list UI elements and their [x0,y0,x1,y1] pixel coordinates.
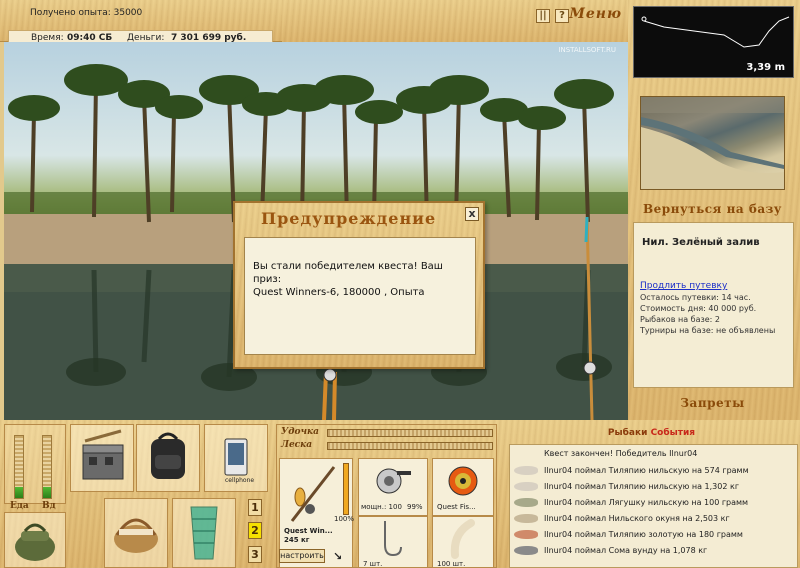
bag-icon [15,523,55,561]
dialog-title: Предупреждение [261,209,437,228]
rod-label: Удочка [281,427,319,437]
menu-button[interactable]: Меню [569,6,622,22]
dialog-message-line2: Quest Winners-6, 180000 , Опыта [253,287,425,298]
permit-remaining: Осталось путевки: 14 час. [640,293,751,302]
line-label: Леска [281,440,313,450]
extend-permit-link[interactable]: Продлить путевку [640,281,727,291]
fish-icon [514,466,538,475]
dialog-message-line1: Вы стали победителем квеста! Ваш приз: [253,261,443,285]
bait-card[interactable]: 100 шт. [432,516,494,568]
bag-slot[interactable] [4,512,66,568]
status-panel: Получено опыта: 35000 Время: 09:40 СБ Де… [0,0,282,46]
line-tension-bar [327,442,493,450]
events-list: Квест закончен! Победитель Ilnur04 Ilnur… [509,444,798,568]
line-spool-icon [448,466,478,496]
tab-events[interactable]: События [651,428,696,438]
location-photo [640,96,785,190]
phone-slot[interactable]: cellphone [204,424,268,492]
reel-power: мощн.: 100 [361,503,402,511]
location-info-panel: Нил. Зелёный залив Продлить путевку Оста… [633,222,794,388]
slot-2-button[interactable]: 2 [248,522,262,539]
keepnet-icon [190,506,218,560]
needs-meters: Еда Вд [4,424,66,511]
hook-count: 7 шт. [363,560,383,568]
location-title: Нил. Зелёный залив [642,237,760,248]
help-button[interactable]: ? [555,9,569,23]
hook-card[interactable]: 7 шт. [358,516,428,568]
depth-value: 3,39 m [746,62,785,73]
bait-count: 100 шт. [437,560,466,568]
bait-icon [450,519,475,559]
backpack-slot[interactable] [136,424,200,492]
fish-icon [514,482,538,491]
list-item: Ilnur04 поймал Тиляпию нильскую на 1,302… [514,479,739,495]
slot-3-button[interactable]: 3 [248,546,262,563]
experience-value: 35000 [113,8,143,18]
food-label: Еда [10,501,29,511]
food-meter-fill [15,486,23,498]
list-item: Ilnur04 поймал Нильского окуня на 2,503 … [514,511,730,527]
fish-icon [514,514,538,523]
list-item: Квест закончен! Победитель Ilnur04 [544,449,698,458]
experience-label: Получено опыта: [30,8,111,18]
tab-fishers[interactable]: Рыбаки [608,428,648,438]
events-panel: Рыбаки События Квест закончен! Победител… [503,424,800,568]
rod-condition: 100% [334,515,355,523]
dialog-message: Вы стали победителем квеста! Ваш приз: Q… [244,237,476,355]
list-item: Ilnur04 поймал Тиляпию нильскую на 574 г… [514,463,749,479]
line-name: Quest Fis... [437,503,476,511]
tournaments-info: Турниры на базе: не объявлены [640,326,776,335]
hook-icon [384,521,402,557]
basket-icon [114,518,158,553]
bans-button[interactable]: Запреты [640,396,785,410]
line-card[interactable]: Quest Fis... [432,458,494,516]
tackle-box-slot[interactable] [70,424,134,492]
location-photo-art [641,97,784,189]
close-button[interactable]: x [465,207,479,221]
rod-tension-bar [327,429,493,437]
depth-map: 3,39 m [633,6,794,78]
rod-condition-bar [343,463,349,515]
list-item: Ilnur04 поймал Тиляпию золотую на 180 гр… [514,527,743,543]
day-cost: Стоимость дня: 40 000 руб. [640,304,757,313]
basket-slot[interactable] [104,498,168,568]
warning-dialog: Предупреждение x Вы стали победителем кв… [233,201,485,369]
water-meter [42,435,52,499]
keepnet-slot[interactable] [172,498,236,568]
rod-name: Quest Win... [284,527,333,535]
rod-icon [290,466,336,522]
reel-condition: 99% [407,503,423,511]
watermark: INSTALLSOFT.RU [558,46,616,54]
fishers-on-base: Рыбаков на базе: 2 [640,315,720,324]
food-meter [14,435,24,499]
fish-icon [514,530,538,539]
slot-1-button[interactable]: 1 [248,499,262,516]
frog-icon [514,498,538,507]
list-item: Ilnur04 поймал Сома вунду на 1,078 кг [514,543,707,559]
reel-icon [376,468,411,494]
catfish-icon [514,546,538,555]
pause-button[interactable]: || [536,9,550,23]
arrow-down-right-icon: ↘ [333,550,343,563]
return-to-base-button[interactable]: Вернуться на базу [640,202,785,216]
setup-button[interactable]: настроить [279,549,325,563]
reel-card[interactable]: мощн.: 100 99% [358,458,428,516]
tackle-box-icon [82,429,124,480]
phone-label: cellphone [225,477,255,484]
list-item: Ilnur04 поймал Лягушку нильскую на 100 г… [514,495,748,511]
backpack-icon [151,432,185,479]
rod-weight: 245 кг [284,536,310,544]
water-label: Вд [42,501,56,511]
pause-icon: || [539,10,547,21]
close-icon: x [468,207,476,220]
events-title: Рыбаки События [503,428,800,438]
water-meter-fill [43,486,51,498]
top-bar: || ? Меню [282,0,628,42]
